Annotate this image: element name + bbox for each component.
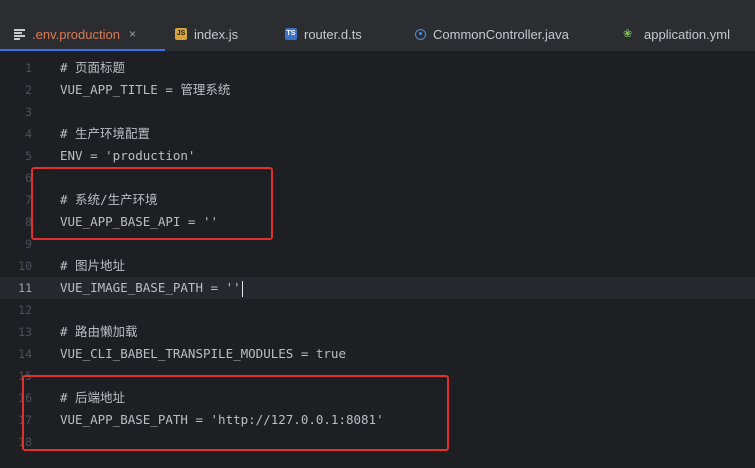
code-text: VUE_IMAGE_BASE_PATH = '' [60, 280, 241, 295]
code-text: # 图片地址 [60, 258, 126, 273]
tab-application-yml[interactable]: ❀ application.yml [613, 17, 755, 51]
line-number: 3 [25, 105, 32, 119]
code-text: VUE_CLI_BABEL_TRANSPILE_MODULES = true [60, 346, 346, 361]
tab-label: .env.production [32, 26, 120, 42]
code-text: # 页面标题 [60, 60, 126, 75]
line-number: 9 [25, 237, 32, 251]
line-number: 5 [25, 149, 32, 163]
highlight-box-base-path [22, 375, 449, 451]
line-number: 1 [25, 61, 32, 75]
tab-env-production[interactable]: .env.production × [0, 17, 165, 51]
code-text: VUE_APP_TITLE = 管理系统 [60, 82, 231, 97]
code-line: 3 [0, 101, 755, 123]
java-class-icon [415, 28, 426, 40]
close-tab-icon[interactable]: × [129, 27, 136, 41]
code-line: 14 VUE_CLI_BABEL_TRANSPILE_MODULES = true [0, 343, 755, 365]
line-number: 2 [25, 83, 32, 97]
code-line: 4 # 生产环境配置 [0, 123, 755, 145]
tab-label: application.yml [644, 26, 730, 42]
tab-router-d-ts[interactable]: TS router.d.ts [275, 17, 405, 51]
line-number: 8 [25, 215, 32, 229]
tab-label: CommonController.java [433, 26, 569, 42]
line-number: 6 [25, 171, 32, 185]
window-title-bar [0, 0, 755, 17]
code-text: ENV = 'production' [60, 148, 196, 163]
highlight-box-base-api [31, 167, 273, 240]
tab-common-controller[interactable]: CommonController.java [405, 17, 613, 51]
line-number: 4 [25, 127, 32, 141]
code-line: 2 VUE_APP_TITLE = 管理系统 [0, 79, 755, 101]
code-text-with-caret: VUE_IMAGE_BASE_PATH = '' [60, 277, 244, 299]
text-caret [241, 280, 244, 297]
tab-label: index.js [194, 26, 239, 42]
code-text: # 路由懒加载 [60, 324, 138, 339]
line-number: 10 [18, 259, 32, 273]
tab-index-js[interactable]: JS index.js [165, 17, 275, 51]
line-number: 12 [18, 303, 32, 317]
line-number: 11 [18, 281, 32, 295]
editor-tab-bar: .env.production × JS index.js TS router.… [0, 17, 755, 52]
env-file-icon [14, 29, 25, 40]
line-number: 14 [18, 347, 32, 361]
code-line: 13 # 路由懒加载 [0, 321, 755, 343]
js-file-icon: JS [175, 28, 187, 40]
code-text: # 生产环境配置 [60, 126, 151, 141]
tab-label: router.d.ts [304, 26, 362, 42]
code-editor[interactable]: 1 # 页面标题 2 VUE_APP_TITLE = 管理系统 3 4 # 生产环境配… [0, 52, 755, 468]
current-code-line: 11 VUE_IMAGE_BASE_PATH = '' [0, 277, 755, 299]
code-line: 12 [0, 299, 755, 321]
yml-file-icon: ❀ [623, 27, 633, 40]
line-number: 7 [25, 193, 32, 207]
code-line: 10 # 图片地址 [0, 255, 755, 277]
line-number: 13 [18, 325, 32, 339]
code-line: 5 ENV = 'production' [0, 145, 755, 167]
code-line: 1 # 页面标题 [0, 57, 755, 79]
ts-file-icon: TS [285, 28, 297, 40]
